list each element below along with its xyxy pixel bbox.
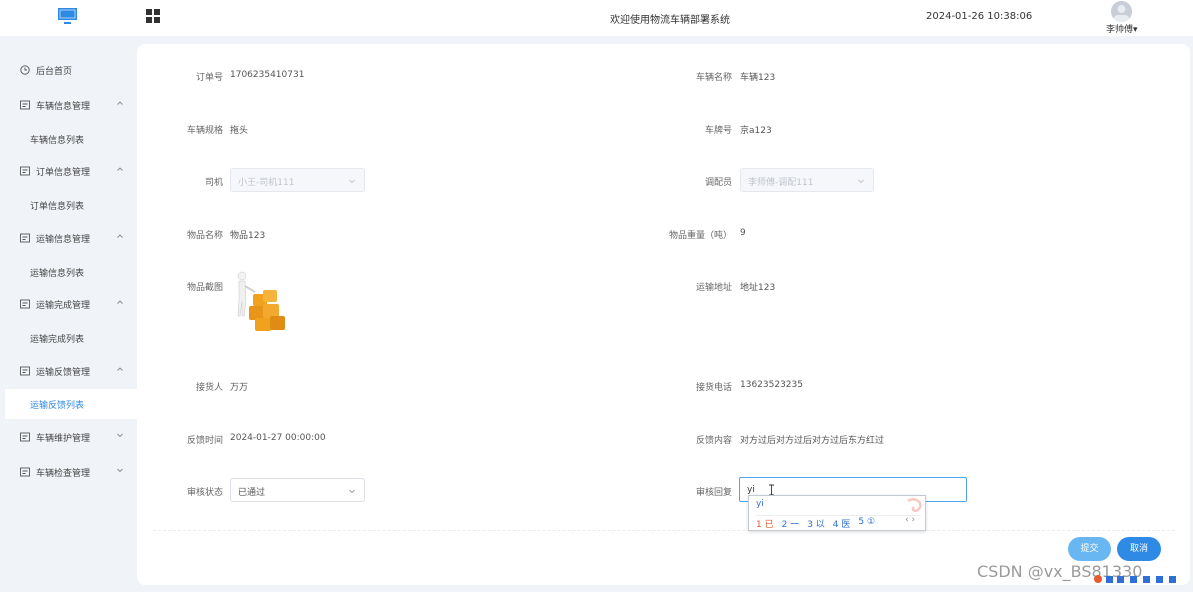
sidebar-group-label: 车辆检查管理	[36, 469, 91, 479]
sidebar-group-vehicle-inspection[interactable]: 车辆检查管理	[0, 457, 137, 487]
receiver-value: 万万	[230, 383, 249, 393]
receiver-label: 接货人	[195, 383, 223, 393]
goods-image-label: 物品截图	[186, 283, 223, 293]
cancel-button[interactable]: 取消	[1117, 537, 1161, 561]
vehicle-name-label: 车辆名称	[695, 73, 732, 83]
ime-candidate[interactable]: 5 ①	[858, 517, 875, 530]
system-tray-icon	[1094, 575, 1176, 583]
chevron-up-icon	[117, 167, 123, 171]
user-menu[interactable]: 李帅傅▾	[1106, 22, 1138, 35]
user-caret-icon: ▾	[1133, 25, 1138, 35]
top-header: 欢迎使用物流车辆部署系统 2024-01-26 10:38:06 李帅傅▾	[0, 0, 1193, 36]
review-reply-input-value: yi	[747, 485, 755, 495]
goods-name-label: 物品名称	[186, 231, 223, 241]
chevron-down-icon	[117, 468, 123, 473]
review-status-value: 已通过	[238, 488, 266, 498]
dispatcher-select: 李师傅-调配111	[740, 168, 874, 192]
driver-select: 小王-司机111	[230, 168, 365, 192]
sidebar-group-label: 运输反馈管理	[36, 368, 91, 378]
plate-no-value: 京a123	[740, 126, 772, 136]
ime-candidate[interactable]: 2 一	[782, 517, 800, 530]
chevron-up-icon	[117, 101, 123, 105]
sidebar-item-label: 车辆信息列表	[30, 136, 85, 146]
sidebar-group-transport-info[interactable]: 运输信息管理	[0, 223, 137, 253]
chevron-down-icon	[349, 179, 355, 184]
list-box-icon	[20, 299, 30, 309]
sidebar-item-feedback-list[interactable]: 运输反馈列表	[5, 389, 137, 419]
list-box-icon	[20, 467, 30, 477]
sidebar-item-vehicle-list[interactable]: 车辆信息列表	[0, 124, 137, 154]
review-status-label: 审核状态	[186, 488, 223, 498]
receiver-phone-label: 接货电话	[695, 383, 732, 393]
sidebar-group-vehicle-maintenance[interactable]: 车辆维护管理	[0, 422, 137, 452]
address-value: 地址123	[740, 283, 776, 293]
vehicle-spec-label: 车辆规格	[186, 126, 223, 136]
receiver-phone-value: 13623523235	[740, 380, 803, 390]
sidebar-group-label: 运输信息管理	[36, 235, 91, 245]
feedback-time-label: 反馈时间	[186, 436, 223, 446]
sidebar-item-transport-complete-list[interactable]: 运输完成列表	[0, 323, 137, 353]
goods-name-value: 物品123	[230, 231, 266, 241]
sidebar-item-order-list[interactable]: 订单信息列表	[0, 190, 137, 220]
sidebar-item-transport-list[interactable]: 运输信息列表	[0, 257, 137, 287]
list-box-icon	[20, 432, 30, 442]
sidebar-group-label: 运输完成管理	[36, 301, 91, 311]
ime-composition: yi	[756, 499, 764, 509]
user-name: 李帅傅	[1106, 25, 1134, 35]
ime-candidate[interactable]: 3 以	[807, 517, 825, 530]
form-divider	[153, 530, 1175, 531]
ime-logo-icon	[907, 498, 922, 512]
clock-icon	[20, 65, 30, 75]
sidebar-group-label: 订单信息管理	[36, 168, 91, 178]
sidebar-group-vehicle-info[interactable]: 车辆信息管理	[0, 90, 137, 120]
goods-weight-value: 9	[740, 228, 746, 238]
list-box-icon	[20, 100, 30, 110]
sidebar-item-label: 后台首页	[36, 67, 73, 77]
feedback-detail-form: 订单号 1706235410731 车辆名称 车辆123 车辆规格 拖头 车牌号…	[137, 44, 1190, 585]
dispatcher-select-value: 李师傅-调配111	[748, 178, 814, 188]
feedback-content-label: 反馈内容	[695, 436, 732, 446]
chevron-up-icon	[117, 300, 123, 304]
review-reply-label: 审核回复	[695, 488, 732, 498]
sidebar-group-label: 车辆信息管理	[36, 102, 91, 112]
feedback-content-value: 对方过后对方过后对方过后东方红过	[740, 436, 885, 446]
plate-no-label: 车牌号	[704, 126, 732, 136]
ime-candidate[interactable]: 4 医	[833, 517, 851, 530]
list-box-icon	[20, 166, 30, 176]
chevron-up-icon	[117, 234, 123, 238]
ime-candidate[interactable]: 1 已	[756, 517, 774, 530]
sidebar-item-home[interactable]: 后台首页	[0, 55, 137, 85]
chevron-up-icon	[117, 367, 123, 371]
goods-image[interactable]	[233, 270, 289, 338]
sidebar-group-order-info[interactable]: 订单信息管理	[0, 156, 137, 186]
submit-button[interactable]: 提交	[1068, 537, 1111, 561]
chevron-down-icon	[349, 489, 355, 494]
sidebar-group-label: 车辆维护管理	[36, 434, 91, 444]
review-status-select[interactable]: 已通过	[230, 478, 365, 502]
goods-weight-label: 物品重量（吨）	[668, 231, 732, 241]
sidebar-group-transport-feedback[interactable]: 运输反馈管理	[0, 356, 137, 386]
address-label: 运输地址	[695, 283, 732, 293]
sidebar-item-label: 运输完成列表	[30, 335, 85, 345]
chevron-down-icon	[858, 179, 864, 184]
list-box-icon	[20, 233, 30, 243]
list-box-icon	[20, 366, 30, 376]
sidebar: 后台首页 车辆信息管理 车辆信息列表 订单信息管理 订单信息列表 运输信息管理 …	[0, 36, 137, 592]
feedback-time-value: 2024-01-27 00:00:00	[230, 433, 326, 443]
order-no-label: 订单号	[195, 73, 223, 83]
dispatcher-label: 调配员	[704, 178, 732, 188]
order-no-value: 1706235410731	[230, 70, 305, 80]
driver-select-value: 小王-司机111	[238, 178, 295, 188]
user-avatar[interactable]	[1111, 1, 1132, 22]
sidebar-item-label: 运输信息列表	[30, 269, 85, 279]
vehicle-spec-value: 拖头	[230, 126, 249, 136]
driver-label: 司机	[204, 178, 223, 188]
avatar-placeholder-icon	[1111, 1, 1132, 22]
sidebar-group-transport-complete[interactable]: 运输完成管理	[0, 289, 137, 319]
vehicle-name-value: 车辆123	[740, 73, 776, 83]
sidebar-item-label: 订单信息列表	[30, 202, 85, 212]
current-datetime: 2024-01-26 10:38:06	[926, 11, 1033, 22]
sidebar-item-label: 运输反馈列表	[30, 401, 85, 411]
chevron-down-icon	[117, 433, 123, 438]
